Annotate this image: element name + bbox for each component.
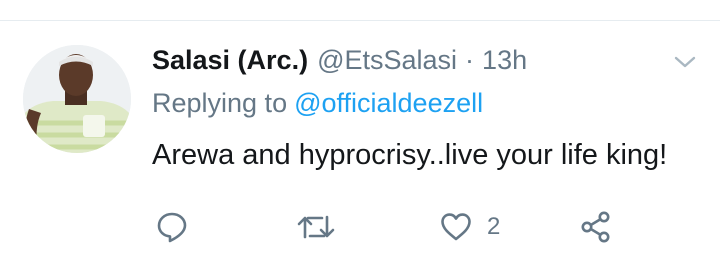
replying-to-label: Replying to [152, 88, 288, 118]
share-button[interactable] [579, 210, 613, 244]
avatar-image [23, 45, 131, 153]
more-menu-button[interactable] [671, 52, 699, 72]
tweet-header: Salasi (Arc.) @EtsSalasi · 13h [152, 40, 527, 80]
heart-icon [441, 213, 471, 241]
chevron-down-icon [674, 56, 696, 68]
retweet-button[interactable] [297, 210, 335, 244]
divider [0, 20, 720, 21]
reply-icon [157, 212, 187, 243]
tweet-card[interactable]: Salasi (Arc.) @EtsSalasi · 13h Replying … [0, 0, 720, 253]
avatar[interactable] [23, 45, 131, 153]
like-button[interactable]: 2 [439, 210, 500, 244]
reply-button[interactable] [155, 210, 189, 244]
replying-to-mention[interactable]: @officialdeezell [294, 88, 483, 118]
retweet-icon [297, 215, 335, 239]
separator-dot: · [465, 45, 475, 75]
like-count: 2 [487, 213, 501, 240]
user-handle[interactable]: @EtsSalasi [317, 40, 457, 80]
share-icon [581, 211, 610, 243]
display-name[interactable]: Salasi (Arc.) [152, 40, 308, 80]
timestamp[interactable]: 13h [482, 40, 527, 80]
tweet-text: Arewa and hyprocrisy..live your life kin… [152, 139, 668, 171]
replying-to-line: Replying to @officialdeezell [152, 83, 483, 123]
